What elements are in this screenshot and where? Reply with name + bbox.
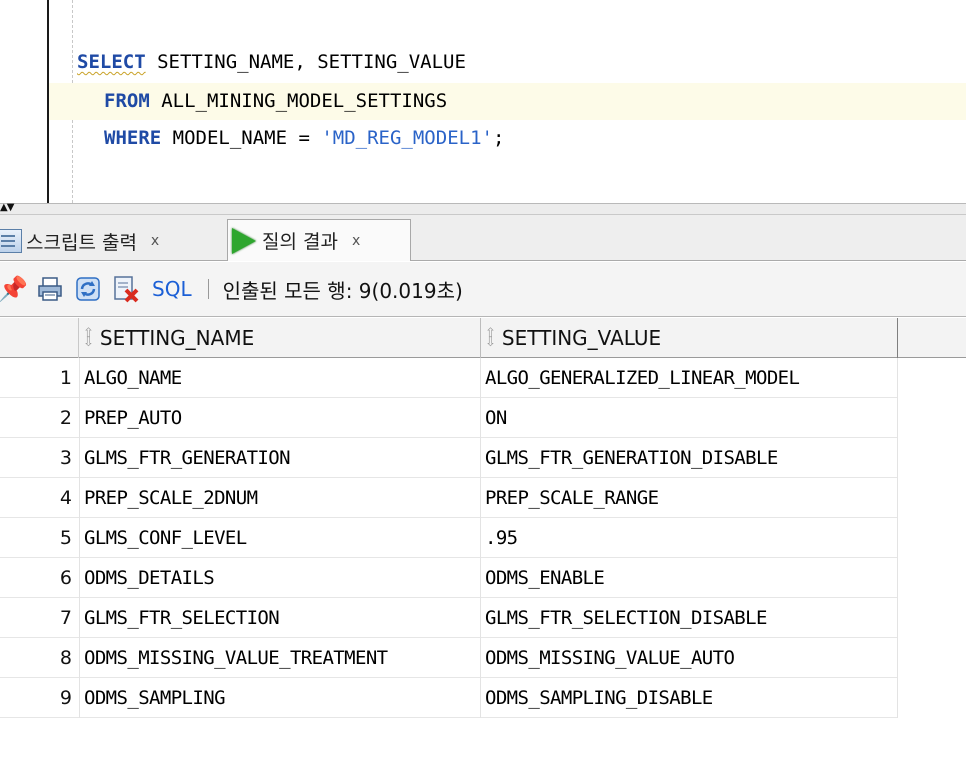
setting-value-cell[interactable]: GLMS_FTR_SELECTION_DISABLE <box>481 598 898 638</box>
row-number: 1 <box>59 367 72 389</box>
setting-name-cell[interactable]: PREP_SCALE_2DNUM <box>79 478 481 518</box>
keyword-select: SELECT <box>77 51 146 73</box>
setting-name-cell[interactable]: ODMS_DETAILS <box>79 558 481 598</box>
setting-name-cell[interactable]: ALGO_NAME <box>79 358 481 398</box>
code-line-1[interactable]: SELECT SETTING_NAME, SETTING_VALUE <box>77 50 466 74</box>
grid-body: 1 ALGO_NAME ALGO_GENERALIZED_LINEAR_MODEL … <box>0 358 898 718</box>
clear-icon[interactable] <box>112 275 140 303</box>
setting-name-cell[interactable]: ODMS_SAMPLING <box>79 678 481 718</box>
code-text: SETTING_NAME, SETTING_VALUE <box>145 51 466 73</box>
sort-icon[interactable]: ⇧ ⇩ <box>83 327 94 349</box>
tab-close-button[interactable]: x <box>151 233 159 249</box>
row-number: 8 <box>59 647 72 669</box>
code-text: ; <box>492 127 505 149</box>
setting-value-cell[interactable]: ODMS_SAMPLING_DISABLE <box>481 678 898 718</box>
row-number: 2 <box>59 407 72 429</box>
code-text: ALL_MINING_MODEL_SETTINGS <box>149 90 448 112</box>
table-row[interactable]: 7 GLMS_FTR_SELECTION GLMS_FTR_SELECTION_DI… <box>0 598 898 638</box>
sort-icon[interactable]: ⇧ ⇩ <box>485 327 496 349</box>
setting-name-cell[interactable]: ODMS_MISSING_VALUE_TREATMENT <box>79 638 481 678</box>
table-row[interactable]: 2 PREP_AUTO ON <box>0 398 898 438</box>
row-number: 5 <box>59 527 72 549</box>
play-icon <box>232 227 256 254</box>
toolbar-separator <box>207 279 209 299</box>
column-header-label: SETTING_VALUE <box>501 326 662 350</box>
setting-name-cell[interactable]: PREP_AUTO <box>79 398 481 438</box>
row-number: 7 <box>59 607 72 629</box>
table-row[interactable]: 3 GLMS_FTR_GENERATION GLMS_FTR_GENERATION_… <box>0 438 898 478</box>
setting-value-cell[interactable]: PREP_SCALE_RANGE <box>481 478 898 518</box>
sql-editor[interactable]: SELECT SETTING_NAME, SETTING_VALUE FROM … <box>0 0 966 203</box>
setting-name-cell[interactable]: GLMS_FTR_GENERATION <box>79 438 481 478</box>
column-header-label: SETTING_NAME <box>99 326 255 350</box>
setting-value-cell[interactable]: ALGO_GENERALIZED_LINEAR_MODEL <box>481 358 898 398</box>
setting-name-cell[interactable]: GLMS_FTR_SELECTION <box>79 598 481 638</box>
column-header-setting-value[interactable]: ⇧ ⇩ SETTING_VALUE <box>481 318 898 358</box>
setting-value-cell[interactable]: .95 <box>481 518 898 558</box>
table-row[interactable]: 9 ODMS_SAMPLING ODMS_SAMPLING_DISABLE <box>0 678 898 718</box>
refresh-icon[interactable] <box>74 275 102 303</box>
fetch-status-text: 인출된 모든 행: 9(0.019초) <box>222 278 463 303</box>
row-number: 6 <box>59 567 72 589</box>
tab-script-output[interactable]: 스크립트 출력 x <box>0 221 222 261</box>
table-row[interactable]: 6 ODMS_DETAILS ODMS_ENABLE <box>0 558 898 598</box>
row-number: 4 <box>59 487 72 509</box>
output-tab-strip: 스크립트 출력 x 질의 결과 x <box>0 215 966 261</box>
setting-value-cell[interactable]: ODMS_MISSING_VALUE_AUTO <box>481 638 898 678</box>
table-row[interactable]: 8 ODMS_MISSING_VALUE_TREATMENT ODMS_MISSIN… <box>0 638 898 678</box>
tab-query-result[interactable]: 질의 결과 x <box>227 219 411 261</box>
document-icon <box>0 229 22 253</box>
setting-name-cell[interactable]: GLMS_CONF_LEVEL <box>79 518 481 558</box>
row-number-header <box>0 318 79 358</box>
grid-header: ⇧ ⇩ SETTING_NAME ⇧ ⇩ SETTING_VALUE <box>0 318 966 358</box>
code-text: MODEL_NAME = <box>161 127 322 149</box>
table-row[interactable]: 1 ALGO_NAME ALGO_GENERALIZED_LINEAR_MODEL <box>0 358 898 398</box>
row-number: 9 <box>59 687 72 709</box>
table-row[interactable]: 4 PREP_SCALE_2DNUM PREP_SCALE_RANGE <box>0 478 898 518</box>
keyword-from: FROM <box>104 90 150 112</box>
collapse-arrows-icon[interactable]: ▲▼ <box>0 202 14 213</box>
tab-label: 스크립트 출력 <box>26 231 137 254</box>
setting-value-cell[interactable]: ODMS_ENABLE <box>481 558 898 598</box>
tab-label: 질의 결과 <box>262 231 338 253</box>
keyword-where: WHERE <box>104 127 162 149</box>
code-line-3[interactable]: WHERE MODEL_NAME = 'MD_REG_MODEL1'; <box>104 126 504 150</box>
panel-splitter[interactable]: ▲▼ <box>0 202 966 215</box>
setting-value-cell[interactable]: ON <box>481 398 898 438</box>
table-row[interactable]: 5 GLMS_CONF_LEVEL .95 <box>0 518 898 558</box>
code-line-2[interactable]: FROM ALL_MINING_MODEL_SETTINGS <box>104 89 447 113</box>
string-literal: 'MD_REG_MODEL1' <box>321 127 493 149</box>
tab-close-button[interactable]: x <box>352 233 360 249</box>
setting-value-cell[interactable]: GLMS_FTR_GENERATION_DISABLE <box>481 438 898 478</box>
row-number: 3 <box>59 447 72 469</box>
print-icon[interactable] <box>36 275 64 303</box>
column-header-setting-name[interactable]: ⇧ ⇩ SETTING_NAME <box>79 318 481 358</box>
pin-icon[interactable]: 📌 <box>0 275 28 303</box>
result-toolbar: 📌 SQL 인출된 모든 행: 9(0.019초) <box>0 262 966 317</box>
sql-button[interactable]: SQL <box>152 277 192 301</box>
